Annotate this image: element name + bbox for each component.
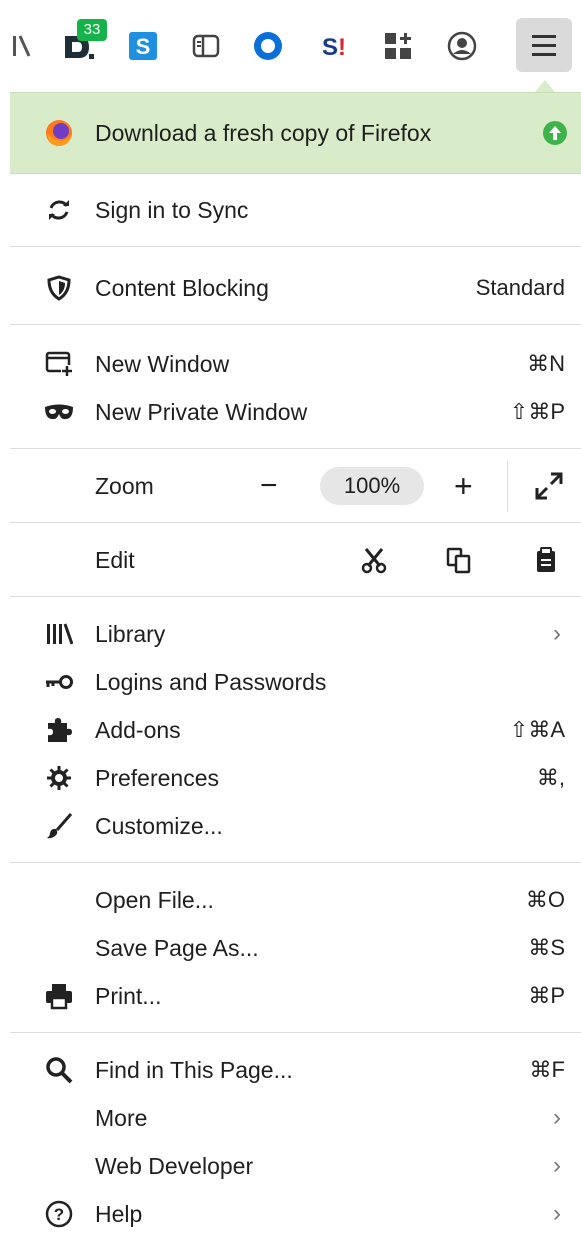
menu-item-save-page[interactable]: Save Page As... ⌘S xyxy=(10,925,581,971)
addons-label: Add-ons xyxy=(95,716,181,743)
paste-icon[interactable] xyxy=(532,546,560,574)
menu-item-help[interactable]: ? Help › xyxy=(10,1191,581,1237)
preferences-shortcut: ⌘, xyxy=(536,765,565,790)
menu-item-sync[interactable]: Sign in to Sync xyxy=(10,187,581,233)
chevron-right-icon: › xyxy=(553,620,561,647)
chevron-right-icon: › xyxy=(553,1152,561,1179)
menu-item-find[interactable]: Find in This Page... ⌘F xyxy=(10,1047,581,1093)
zoom-reset-button[interactable]: 100% xyxy=(320,467,424,505)
fullscreen-icon[interactable] xyxy=(534,471,564,501)
simplenote-icon[interactable]: S xyxy=(125,26,161,66)
svg-text:?: ? xyxy=(54,1205,64,1224)
separator xyxy=(10,522,581,523)
sync-label: Sign in to Sync xyxy=(95,196,249,223)
shield-icon xyxy=(44,273,74,303)
app-menu-panel: Download a fresh copy of Firefox Sign in… xyxy=(10,92,581,1240)
account-icon[interactable] xyxy=(444,26,480,66)
logins-label: Logins and Passwords xyxy=(95,668,327,695)
separator xyxy=(10,862,581,863)
svg-text:S: S xyxy=(322,34,338,61)
paintbrush-icon xyxy=(44,811,74,841)
menu-item-more[interactable]: More › xyxy=(10,1095,581,1141)
browser-toolbar: 33 S S! xyxy=(0,0,581,90)
save-page-shortcut: ⌘S xyxy=(528,935,565,960)
sidebar-icon[interactable] xyxy=(188,26,224,66)
menu-item-customize[interactable]: Customize... xyxy=(10,803,581,849)
key-icon xyxy=(44,667,74,697)
new-window-icon xyxy=(44,349,74,379)
zoom-in-button[interactable]: + xyxy=(454,468,473,505)
zoom-label: Zoom xyxy=(95,472,154,499)
update-label: Download a fresh copy of Firefox xyxy=(95,119,432,146)
zoom-divider xyxy=(507,460,508,512)
library-label: Library xyxy=(95,620,166,647)
separator xyxy=(10,448,581,449)
firefox-icon xyxy=(44,118,74,148)
zoom-out-button[interactable]: − xyxy=(260,469,278,503)
menu-item-print[interactable]: Print... ⌘P xyxy=(10,973,581,1019)
separator xyxy=(10,324,581,325)
new-private-window-label: New Private Window xyxy=(95,398,308,425)
menu-item-new-window[interactable]: New Window ⌘N xyxy=(10,341,581,387)
zoom-row: Zoom − 100% + xyxy=(10,460,581,512)
help-label: Help xyxy=(95,1200,143,1227)
menu-item-open-file[interactable]: Open File... ⌘O xyxy=(10,877,581,923)
open-file-shortcut: ⌘O xyxy=(525,887,565,912)
apps-icon[interactable] xyxy=(380,26,416,66)
open-file-label: Open File... xyxy=(95,886,214,913)
gear-icon xyxy=(44,763,74,793)
sync-icon xyxy=(44,195,74,225)
cut-icon[interactable] xyxy=(360,546,388,574)
addons-shortcut: ⇧⌘A xyxy=(509,717,565,742)
help-icon: ? xyxy=(44,1199,74,1229)
edit-label: Edit xyxy=(95,546,135,573)
separator xyxy=(10,246,581,247)
find-label: Find in This Page... xyxy=(95,1056,293,1083)
chevron-right-icon: › xyxy=(553,1104,561,1131)
menu-item-library[interactable]: Library › xyxy=(10,611,581,657)
library-icon xyxy=(44,619,74,649)
content-blocking-label: Content Blocking xyxy=(95,274,269,301)
update-arrow-icon[interactable] xyxy=(543,121,567,145)
menu-item-preferences[interactable]: Preferences ⌘, xyxy=(10,755,581,801)
menu-item-new-private-window[interactable]: New Private Window ⇧⌘P xyxy=(10,389,581,435)
printer-icon xyxy=(44,981,74,1011)
new-window-label: New Window xyxy=(95,350,230,377)
copy-icon[interactable] xyxy=(445,546,473,574)
svg-text:!: ! xyxy=(338,34,346,61)
separator xyxy=(10,596,581,597)
library-icon[interactable] xyxy=(8,26,36,66)
zoom-value: 100% xyxy=(343,473,401,498)
panel-arrow xyxy=(535,80,555,92)
sedit-icon[interactable]: S! xyxy=(318,26,354,66)
hamburger-menu-icon[interactable] xyxy=(516,18,572,72)
menu-item-logins[interactable]: Logins and Passwords xyxy=(10,659,581,705)
customize-label: Customize... xyxy=(95,812,223,839)
separator xyxy=(10,1032,581,1033)
save-page-label: Save Page As... xyxy=(95,934,259,961)
menu-item-web-developer[interactable]: Web Developer › xyxy=(10,1143,581,1189)
private-mask-icon xyxy=(44,397,74,427)
content-blocking-value: Standard xyxy=(475,275,565,300)
find-shortcut: ⌘F xyxy=(529,1057,565,1082)
new-window-shortcut: ⌘N xyxy=(527,351,565,376)
chevron-right-icon: › xyxy=(553,1200,561,1227)
notification-badge: 33 xyxy=(77,19,107,41)
print-label: Print... xyxy=(95,982,162,1009)
update-banner[interactable]: Download a fresh copy of Firefox xyxy=(10,92,581,174)
onepassword-icon[interactable] xyxy=(250,26,286,66)
web-developer-label: Web Developer xyxy=(95,1152,254,1179)
search-icon xyxy=(44,1055,74,1085)
more-label: More xyxy=(95,1104,148,1131)
preferences-label: Preferences xyxy=(95,764,220,791)
menu-item-addons[interactable]: Add-ons ⇧⌘A xyxy=(10,707,581,753)
new-private-window-shortcut: ⇧⌘P xyxy=(509,399,565,424)
svg-text:S: S xyxy=(136,34,151,59)
print-shortcut: ⌘P xyxy=(528,983,565,1008)
menu-item-content-blocking[interactable]: Content Blocking Standard xyxy=(10,265,581,311)
puzzle-piece-icon xyxy=(44,715,74,745)
edit-row: Edit xyxy=(10,537,581,583)
update-row[interactable]: Download a fresh copy of Firefox xyxy=(10,110,581,156)
